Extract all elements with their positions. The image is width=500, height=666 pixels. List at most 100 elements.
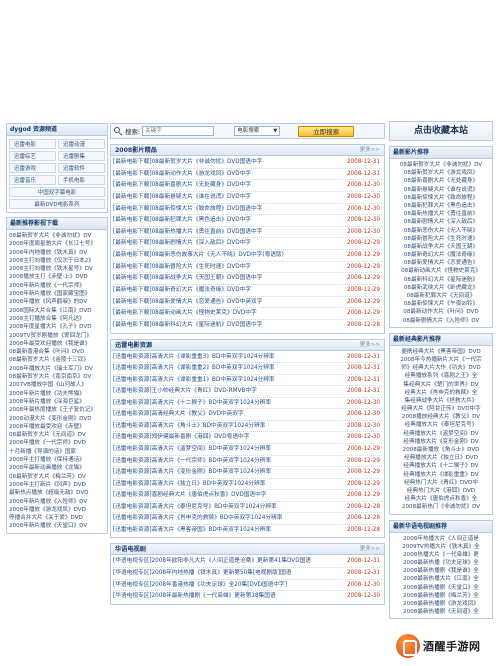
list-item[interactable]: 2008年播放大片《瑞士军刀》DV: [9, 365, 105, 373]
list-item[interactable]: 08最新惊悚大片《午夜凶铃》: [393, 300, 489, 308]
nav-dvd-series[interactable]: 最新DVD电影系列: [9, 199, 105, 209]
list-item[interactable]: 经典大片《唐伯虎点秋香》全: [393, 495, 489, 503]
row-title-link[interactable]: [迅雷电影资源]高清大片《谍影重重3》BD中英双字1024分辨率: [113, 352, 338, 363]
list-item[interactable]: 经典播放大片《独立日》DVD: [393, 454, 489, 462]
list-item[interactable]: 2008年播放最受欢迎《赤壁》: [9, 423, 105, 431]
list-item[interactable]: 2008年热播大片《人间正道是: [393, 535, 489, 543]
row-title-link[interactable]: [迅雷电影资源]高清大片《肖申克的救赎》BD中英双字1024分辨率: [113, 513, 338, 524]
list-item[interactable]: 08最新悬疑大片《谁在说谎》: [393, 186, 489, 194]
table-row[interactable]: [最新电影下载]08最新爱情大片《恋爱通告》DVD中英双字 2008-12-29: [113, 297, 382, 309]
table-row[interactable]: [最新电影下载]08最新贺岁大片《非诚勿扰》DVD国语中字 2008-12-31: [113, 157, 382, 169]
list-item[interactable]: 2008年播放《一代宗师》DVD: [9, 439, 105, 447]
table-row[interactable]: [华语电视专区]2008年欧阳非凡大片《人间正道是沧桑》更新第41集DVD国语 2…: [113, 556, 382, 568]
row-title-link[interactable]: [迅雷电影资源]高清大片《一代宗师》BD中英双字1024分辨率: [113, 456, 338, 467]
list-item[interactable]: 经典热门大片《青红》DVD中: [393, 479, 489, 487]
list-item[interactable]: 集经典战争大片《拯救大兵》: [393, 397, 489, 405]
table-row[interactable]: [最新电影下载]08最新热播大片《勇往直前》DVD国语中字 2008-12-30: [113, 227, 382, 239]
list-item[interactable]: 经典播放大片《谍影重重》DV: [393, 471, 489, 479]
list-item[interactable]: 2008最新热播大片《江南》全: [393, 575, 489, 583]
row-title-link[interactable]: [最新电影下载]08最新剧情大片《深入敌后》DVD中字: [113, 238, 338, 249]
row-title-link[interactable]: [迅雷电影资源]高清大片《变形金刚》BD中英双字1024分辨率: [113, 467, 338, 478]
list-item[interactable]: 2008年播放《游龙戏凤》DVD: [9, 506, 105, 514]
row-title-link[interactable]: [最新电影下载]08最新科幻大片《星际迷航》DVD国语中字: [113, 320, 338, 332]
list-item[interactable]: 2008主打向播放《仅次于日本2》: [9, 257, 105, 265]
list-item[interactable]: 2008年新片播放《深海巨鲨》: [9, 398, 105, 406]
list-item[interactable]: 08最新喜剧大片《无处藏身》: [393, 177, 489, 185]
table-row[interactable]: [最新电影下载]08最新动作大片《游龙戏凤》DVD中字 2008-12-31: [113, 169, 382, 181]
row-title-link[interactable]: [迅雷电影资源]高清大片《盗梦空间》BD中英双字1024分辨率: [113, 444, 338, 455]
list-item[interactable]: 08最新贺岁大片《非诚勿扰》DV: [9, 232, 105, 240]
row-title-link[interactable]: [迅雷电影资源]高清大片《十二猴子》BD中英双字1024分辨率: [113, 398, 338, 409]
row-title-link[interactable]: [迅雷电影资源]喜剧经典大片《唐伯虎点秋香》DVD国语中字: [113, 490, 338, 501]
list-item[interactable]: 2008最新播放《角斗士》DVD: [393, 446, 489, 454]
row-title-link[interactable]: [华语电视专区]2008年香港热播《功夫足球》全20集[DVD国语中字]: [113, 580, 338, 591]
table-row[interactable]: [迅雷电影资源]喜剧经典大片《唐伯虎点秋香》DVD国语中字 2008-12-29: [113, 490, 382, 502]
table-row[interactable]: [迅雷电影资源]高清经典大片《教父》DVD中英双字 2008-12-30: [113, 409, 382, 421]
table-row[interactable]: [华语电视专区]2008年内地热播《铁木真》更新第50集[电视剧版]国语 2008…: [113, 568, 382, 580]
list-item[interactable]: 2008动漫大片《变形金刚》DVD: [9, 415, 105, 423]
table-row[interactable]: [最新电影下载]08最新喜剧大片《无处藏身》DVD中字 2008-12-30: [113, 180, 382, 192]
list-item[interactable]: 经典播放系列《喜剧之王》全: [393, 372, 489, 380]
list-item[interactable]: 2008最新热播剧《梅兰芳》全: [393, 592, 489, 600]
list-item[interactable]: 08最新冒险大片《生死时速》: [393, 235, 489, 243]
table-row[interactable]: [迅雷电影资源]高清大片《一代宗师》BD中英双字1024分辨率 2008-12-2…: [113, 456, 382, 468]
list-item[interactable]: 2008年新片播放《一代宗师》: [9, 282, 105, 290]
more-link[interactable]: 更多>>: [360, 544, 380, 555]
nav-button[interactable]: 迅雷游戏: [9, 163, 56, 173]
row-title-link[interactable]: [最新电影下载]08最新悬疑大片《谁在说谎》DVD中字: [113, 192, 338, 203]
row-title-link[interactable]: [最新电影下载]08最新动作大片《游龙戏凤》DVD中字: [113, 169, 338, 180]
list-item[interactable]: 最新热点播放《超级无敌》DVD: [9, 489, 105, 497]
list-item[interactable]: 08最新武侠大片《卧虎藏龙》: [393, 284, 489, 292]
table-row[interactable]: [迅雷电影资源]王小帅经典大片《青红》DVD-RMVB中字 2008-12-31: [113, 386, 382, 398]
row-title-link[interactable]: [最新电影下载]08最新惊悚大片《致命旅程》DVD国语中字: [113, 204, 338, 215]
row-title-link[interactable]: [迅雷电影资源]高清大片《独立日》BD中英双字1024分辨率: [113, 479, 338, 490]
row-title-link[interactable]: [最新电影下载]08最新奇幻大片《魔法奇缘》DVD中字: [113, 285, 338, 296]
row-title-link[interactable]: [最新电影下载]08最新喜剧大片《无处藏身》DVD中字: [113, 180, 338, 191]
list-item[interactable]: 2008年新片播放《功夫熊猫》: [9, 390, 105, 398]
table-row[interactable]: [迅雷电影资源]高清大片《十二猴子》BD中英双字1024分辨率 2008-12-3…: [113, 398, 382, 410]
nav-button[interactable]: 迅雷综艺: [9, 151, 56, 161]
list-item[interactable]: 08最新犯罪大片《黑色追击》: [393, 202, 489, 210]
row-title-link[interactable]: [最新电影下载]08最新贺岁大片《非诚勿扰》DVD国语中字: [113, 157, 338, 168]
list-item[interactable]: 08最新香港合集《叶问》DVD: [9, 348, 105, 356]
list-item[interactable]: 2008年主打新片《风声》DVD: [9, 481, 105, 489]
list-item[interactable]: 2007VB播放中国《山河故人》: [9, 381, 105, 389]
list-item[interactable]: 2008年主打播放《保持通话》: [9, 456, 105, 464]
table-row[interactable]: [华语电视专区]2008年最新热播剧《一代枭雄》更新第18集国语 2008-12-…: [113, 591, 382, 603]
row-title-link[interactable]: [迅雷电影资源]郑伊健最新喜剧《港囧》DVD粤语中字: [113, 432, 338, 443]
table-row[interactable]: [最新电影下载]08最新剧情大片《深入敌后》DVD中字 2008-12-29: [113, 238, 382, 251]
table-row[interactable]: [最新电影下载]08最新犯罪大片《黑色追击》DVD中字 2008-12-30: [113, 215, 382, 227]
list-item[interactable]: 2008播放主打《赤壁·上》DVD: [9, 273, 105, 281]
table-row[interactable]: [迅雷电影资源]高清大片《泰坦尼克号》BD中英双字1024分辨率 2008-12-…: [113, 502, 382, 514]
table-row[interactable]: [迅雷电影资源]高清大片《谍影重重3》BD中英双字1024分辨率 2008-12-…: [113, 352, 382, 364]
row-title-link[interactable]: [迅雷电影资源]高清大片《泰坦尼克号》BD中英双字1024分辨率: [113, 502, 338, 513]
table-row[interactable]: [迅雷电影资源]高清大片《肖申克的救赎》BD中英双字1024分辨率 2008-12…: [113, 513, 382, 525]
search-input[interactable]: [142, 126, 215, 136]
more-link[interactable]: 更多>>: [360, 145, 380, 156]
row-title-link[interactable]: [迅雷电影资源]王小帅经典大片《青红》DVD-RMVB中字: [113, 386, 338, 397]
list-item[interactable]: 08最新贺岁大片《南京南京》DV: [9, 373, 105, 381]
table-row[interactable]: [迅雷电影资源]高清大片《独立日》BD中英双字1024分辨率 2008-12-29: [113, 479, 382, 491]
table-row[interactable]: [最新电影下载]08最新动画大片《怪物史莱克》DVD中字 2008-12-29: [113, 308, 382, 320]
list-item[interactable]: 2008最新热门《非诚勿扰》DV: [393, 503, 489, 511]
list-item[interactable]: 2008年新片播放《天堂口》DV: [9, 522, 105, 530]
list-item[interactable]: 08最新热播大片《勇往直前》: [393, 210, 489, 218]
list-item[interactable]: 2008年最热度播放《王子复仇记》: [9, 406, 105, 414]
row-title-link[interactable]: [最新电影下载]08最新热播大片《勇往直前》DVD国语中字: [113, 227, 338, 238]
row-title-link[interactable]: [迅雷电影资源]高清大片《谍影重重2》BD中英双字1024分辨率: [113, 363, 338, 374]
row-title-link[interactable]: [迅雷电影资源]高清大片《谍影重重1》BD中英双字1024分辨率: [113, 375, 338, 386]
list-item[interactable]: 2008国际大片合集《江南》DVD: [9, 307, 105, 315]
table-row[interactable]: [最新电影下载]08最新战争大片《天国王朝》DVD国语中字 2008-12-29: [113, 273, 382, 286]
search-button[interactable]: 立即搜索: [298, 125, 355, 137]
list-item[interactable]: 08最新奇幻大片《魔法奇缘》: [393, 251, 489, 259]
bookmark-site-button[interactable]: 点击收藏本站: [389, 121, 493, 141]
list-item[interactable]: 十月新播《导演的话》国家: [9, 448, 105, 456]
row-title-link[interactable]: [迅雷电影资源]高清大片《角斗士》BD中英双字1024分辨率: [113, 421, 338, 432]
list-item[interactable]: 经典大片《阿甘正传》DVD中字: [393, 405, 489, 413]
list-item[interactable]: 08最新贺岁大片《游龙戏凤》: [393, 169, 489, 177]
list-item[interactable]: 经典热门大片《港囧》DVD: [393, 487, 489, 495]
list-item[interactable]: 经典播放大片《变形金刚》DV: [393, 438, 489, 446]
table-row[interactable]: [迅雷电影资源]高清大片《角斗士》BD中英双字1024分辨率 2008-12-30: [113, 421, 382, 433]
list-item[interactable]: 停播合并大片《关于爱》DVD: [9, 514, 105, 522]
row-title-link[interactable]: [华语电视专区]2008年最新热播剧《一代枭雄》更新第18集国语: [113, 591, 338, 603]
